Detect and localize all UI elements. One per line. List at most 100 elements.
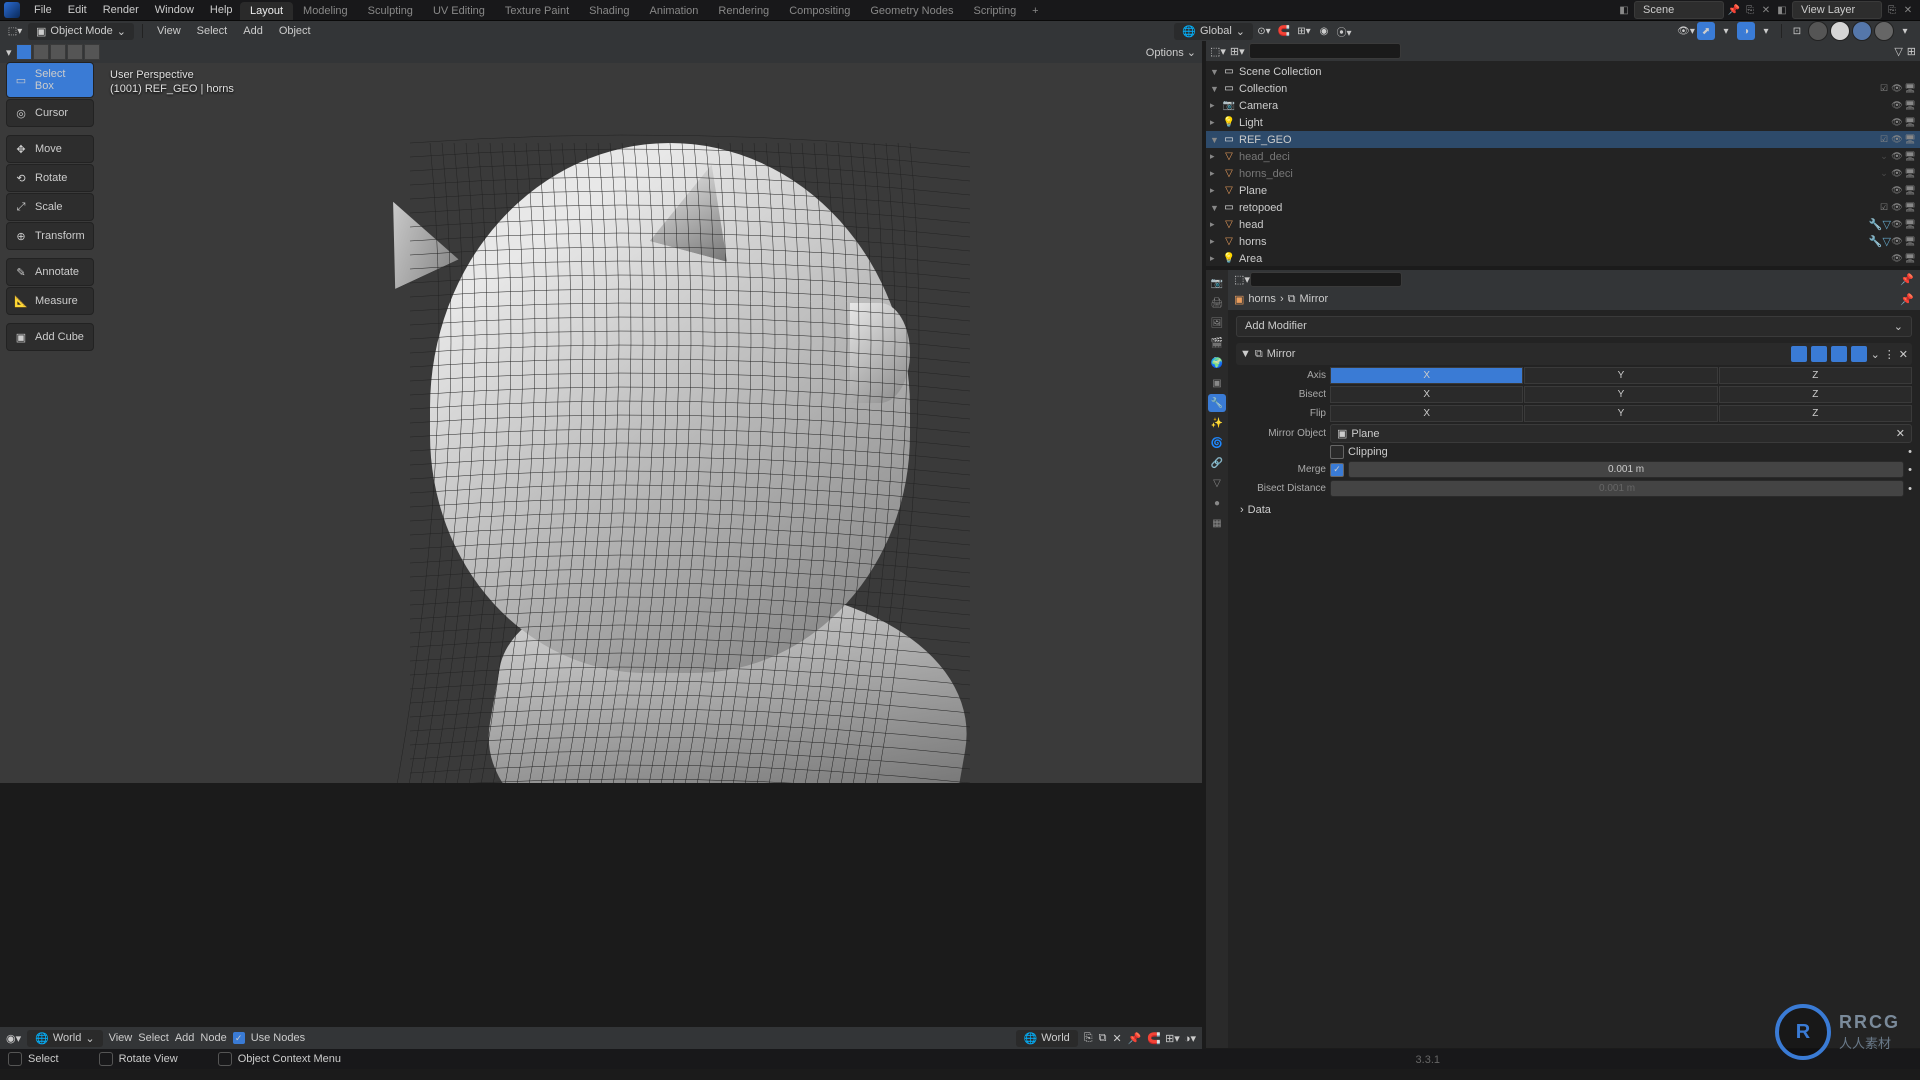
tool-select-box[interactable]: ▭Select Box xyxy=(6,62,94,98)
shader-add-menu[interactable]: Add xyxy=(175,1032,195,1044)
scene-pin-icon[interactable]: 📌 xyxy=(1726,2,1742,18)
outliner-row-area[interactable]: ▸💡Area👁🖥 xyxy=(1206,250,1920,267)
tool-measure[interactable]: 📐Measure xyxy=(6,287,94,315)
tool-dropdown-icon[interactable]: ▾ xyxy=(6,46,12,59)
shading-options-icon[interactable]: ▾ xyxy=(1896,22,1914,40)
outliner-search[interactable] xyxy=(1249,43,1401,59)
editor-type-icon[interactable]: ⬚▾ xyxy=(1234,273,1250,286)
tool-cursor[interactable]: ◎Cursor xyxy=(6,99,94,127)
render-toggle-icon[interactable] xyxy=(1851,346,1867,362)
outliner-row-head[interactable]: ▸▽head🔧▽👁🖥 xyxy=(1206,216,1920,233)
tab-constraints-icon[interactable]: 🔗 xyxy=(1208,454,1226,472)
outliner-row-plane[interactable]: ▸▽Plane👁🖥 xyxy=(1206,182,1920,199)
editor-type-icon[interactable]: ⬚▾ xyxy=(6,22,24,40)
pin-icon[interactable]: 📌 xyxy=(1128,1032,1142,1045)
axis-y-toggle[interactable]: Y xyxy=(1524,367,1717,384)
shading-rendered-icon[interactable] xyxy=(1874,21,1894,41)
tab-shading[interactable]: Shading xyxy=(579,2,639,20)
shading-material-icon[interactable] xyxy=(1852,21,1872,41)
tab-texture-paint[interactable]: Texture Paint xyxy=(495,2,579,20)
overlay-options-icon[interactable]: ▾ xyxy=(1757,22,1775,40)
chevron-down-icon[interactable]: ⌄ xyxy=(1871,348,1880,361)
tool-scale[interactable]: ⤢Scale xyxy=(6,193,94,221)
tab-texture-icon[interactable]: ▦ xyxy=(1208,514,1226,532)
flip-x-toggle[interactable]: X xyxy=(1330,405,1523,422)
snap-toggle-icon[interactable]: 🧲 xyxy=(1275,22,1293,40)
proportional-falloff-icon[interactable]: ⦿▾ xyxy=(1335,22,1353,40)
select-mode-extend[interactable] xyxy=(33,44,49,60)
breadcrumb-modifier[interactable]: Mirror xyxy=(1299,293,1328,305)
bisect-y-toggle[interactable]: Y xyxy=(1524,386,1717,403)
outliner-row-horns[interactable]: ▸▽horns🔧▽👁🖥 xyxy=(1206,233,1920,250)
add-workspace-button[interactable]: + xyxy=(1026,5,1044,17)
shader-select-menu[interactable]: Select xyxy=(138,1032,169,1044)
tab-compositing[interactable]: Compositing xyxy=(779,2,860,20)
menu-edit[interactable]: Edit xyxy=(60,1,95,19)
select-mode-invert[interactable] xyxy=(84,44,100,60)
tab-uv-editing[interactable]: UV Editing xyxy=(423,2,495,20)
outliner-row-head_deci[interactable]: ▸▽head_deci⌄👁🖥 xyxy=(1206,148,1920,165)
tab-physics-icon[interactable]: 🌀 xyxy=(1208,434,1226,452)
modifier-name-field[interactable]: Mirror xyxy=(1267,348,1787,360)
tab-modeling[interactable]: Modeling xyxy=(293,2,358,20)
tab-layout[interactable]: Layout xyxy=(240,2,293,20)
scene-collection-row[interactable]: ▼▭Scene Collection xyxy=(1206,63,1920,80)
shader-view-menu[interactable]: View xyxy=(109,1032,133,1044)
menu-file[interactable]: File xyxy=(26,1,60,19)
overlay-toggle-icon[interactable]: ◑ xyxy=(1737,22,1755,40)
options-dropdown[interactable]: Options ⌄ xyxy=(1146,46,1196,59)
scene-new-icon[interactable]: ⎘ xyxy=(1742,2,1758,18)
tab-geometry-nodes[interactable]: Geometry Nodes xyxy=(860,2,963,20)
tab-rendering[interactable]: Rendering xyxy=(708,2,779,20)
axis-z-toggle[interactable]: Z xyxy=(1719,367,1912,384)
modifier-header[interactable]: ▼ ⧉ Mirror ⌄ ⋮ ✕ xyxy=(1236,343,1912,365)
merge-value[interactable]: 0.001 m xyxy=(1348,461,1904,478)
pivot-point-icon[interactable]: ⊙▾ xyxy=(1255,22,1273,40)
snap-opts-icon[interactable]: ⊞▾ xyxy=(1165,1032,1180,1045)
realtime-toggle-icon[interactable] xyxy=(1831,346,1847,362)
outliner-row-camera[interactable]: ▸📷Camera👁🖥 xyxy=(1206,97,1920,114)
tab-output-icon[interactable]: 🖨 xyxy=(1208,294,1226,312)
tool-add-cube[interactable]: ▣Add Cube xyxy=(6,323,94,351)
snap-options-icon[interactable]: ⊞▾ xyxy=(1295,22,1313,40)
clipping-checkbox[interactable] xyxy=(1330,445,1344,459)
cage-toggle-icon[interactable] xyxy=(1791,346,1807,362)
editor-type-icon[interactable]: ⬚▾ xyxy=(1210,45,1226,58)
scene-browse-icon[interactable]: ◧ xyxy=(1616,2,1632,18)
new-collection-icon[interactable]: ⊞ xyxy=(1907,45,1916,58)
shader-node-menu[interactable]: Node xyxy=(200,1032,226,1044)
visibility-icon[interactable]: 👁▾ xyxy=(1677,22,1695,40)
tool-rotate[interactable]: ⟲Rotate xyxy=(6,164,94,192)
flip-z-toggle[interactable]: Z xyxy=(1719,405,1912,422)
unlink-icon[interactable]: ✕ xyxy=(1112,1032,1121,1045)
clear-icon[interactable]: ✕ xyxy=(1896,427,1905,440)
orientation-select[interactable]: 🌐Global⌄ xyxy=(1174,23,1253,40)
tab-scene-icon[interactable]: 🎬 xyxy=(1208,334,1226,352)
pin-icon[interactable]: 📌 xyxy=(1900,293,1914,306)
bisect-distance-value[interactable]: 0.001 m xyxy=(1330,480,1904,497)
gizmo-options-icon[interactable]: ▾ xyxy=(1717,22,1735,40)
menu-window[interactable]: Window xyxy=(147,1,202,19)
snap-icon[interactable]: 🧲 xyxy=(1147,1032,1161,1045)
mirror-object-field[interactable]: ▣Plane✕ xyxy=(1330,424,1912,443)
breadcrumb-object[interactable]: horns xyxy=(1248,293,1276,305)
data-section-header[interactable]: ›Data xyxy=(1236,501,1912,519)
tab-sculpting[interactable]: Sculpting xyxy=(358,2,423,20)
object-menu[interactable]: Object xyxy=(273,23,317,39)
tab-modifier-icon[interactable]: 🔧 xyxy=(1208,394,1226,412)
select-mode-intersect[interactable] xyxy=(67,44,83,60)
editmode-toggle-icon[interactable] xyxy=(1811,346,1827,362)
extras-icon[interactable]: ⋮ xyxy=(1884,348,1895,361)
properties-search[interactable] xyxy=(1250,272,1402,287)
tool-transform[interactable]: ⊕Transform xyxy=(6,222,94,250)
tool-move[interactable]: ✥Move xyxy=(6,135,94,163)
select-mode-new[interactable] xyxy=(16,44,32,60)
bisect-x-toggle[interactable]: X xyxy=(1330,386,1523,403)
tab-animation[interactable]: Animation xyxy=(640,2,709,20)
tab-viewlayer-icon[interactable]: 🖼 xyxy=(1208,314,1226,332)
shading-solid-icon[interactable] xyxy=(1830,21,1850,41)
new-icon[interactable]: ⎘ xyxy=(1084,1032,1093,1045)
mode-select[interactable]: ▣Object Mode⌄ xyxy=(28,23,134,40)
3d-viewport[interactable]: User Perspective (1001) REF_GEO | horns xyxy=(0,63,1202,783)
world-datablock[interactable]: 🌐World xyxy=(1016,1030,1078,1047)
